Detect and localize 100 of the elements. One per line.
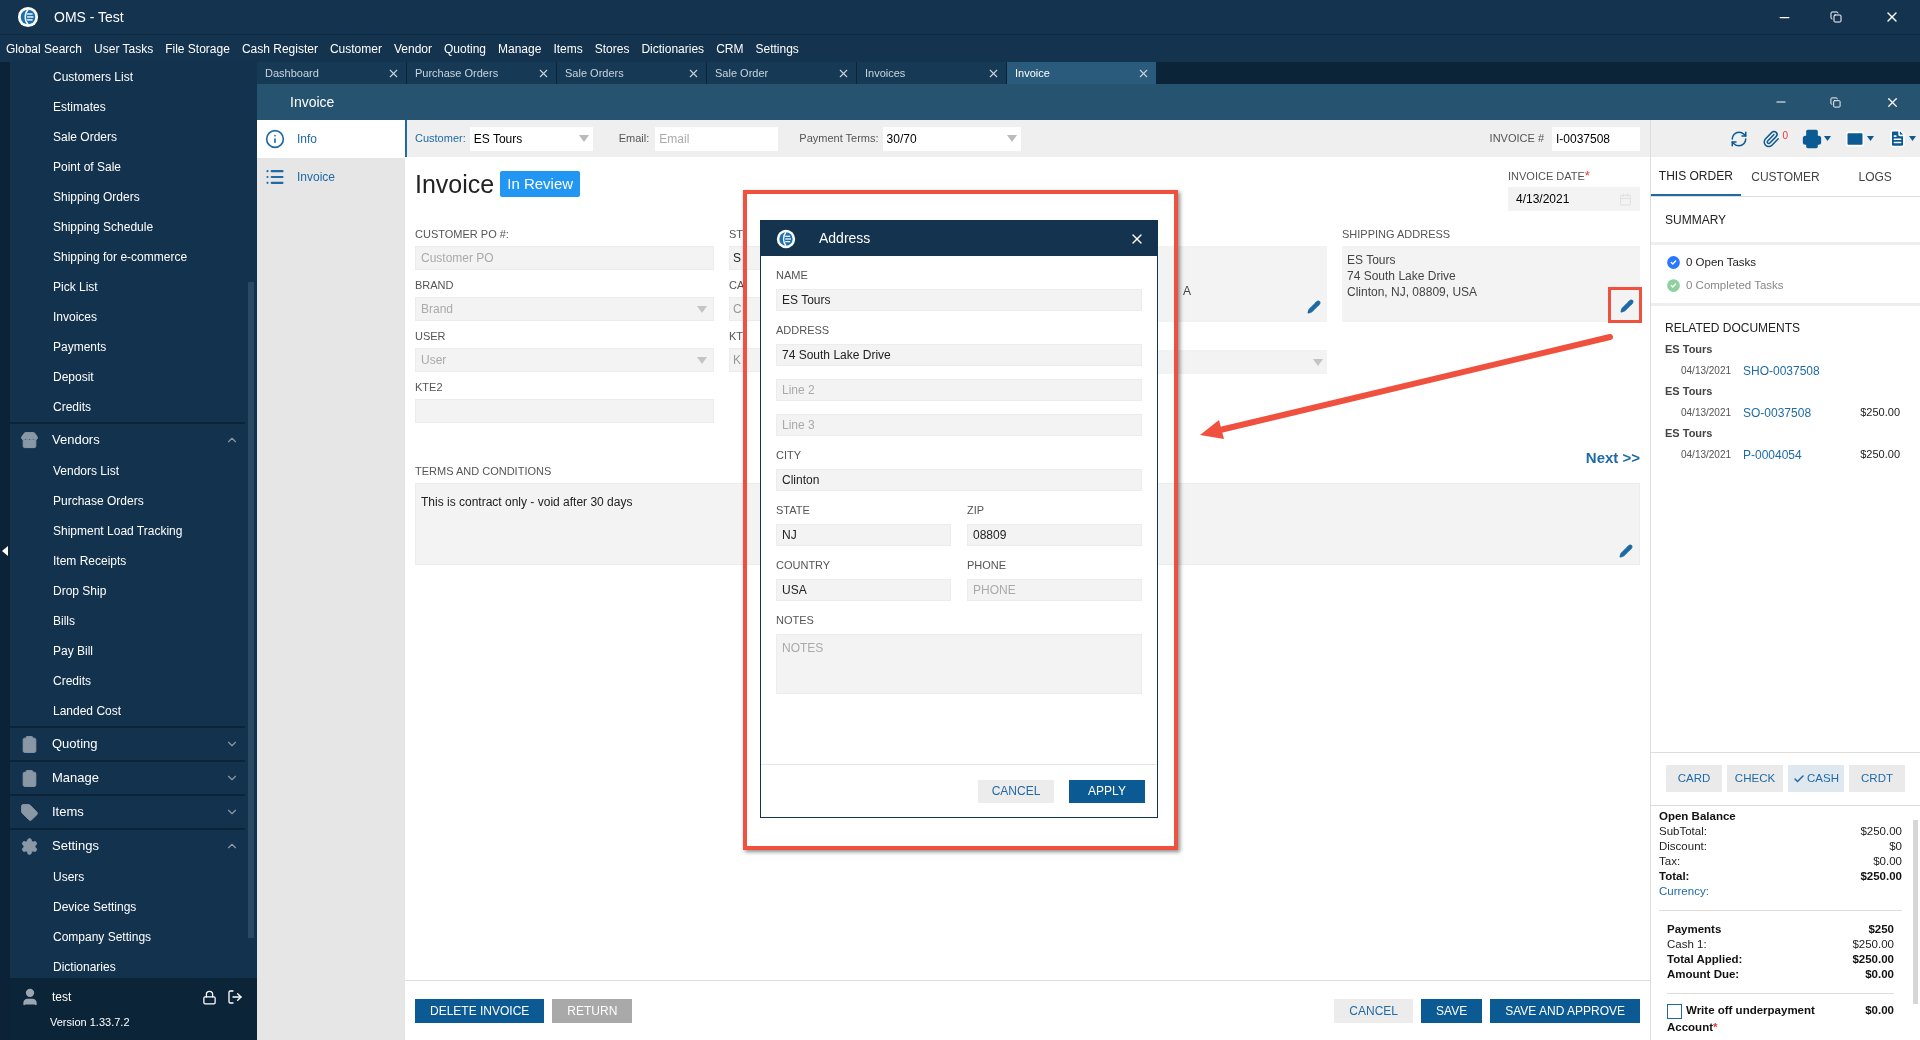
sidebar-item[interactable]: Vendors List — [10, 456, 245, 486]
sidebar-item[interactable]: Shipping for e-commerce — [10, 242, 245, 272]
footer-button[interactable]: SAVE — [1421, 998, 1483, 1023]
sidebar-item[interactable]: Shipping Orders — [10, 182, 245, 212]
menu-item[interactable]: Settings — [755, 39, 799, 58]
sidebar-item[interactable]: Credits — [10, 392, 245, 422]
payment-terms-dropdown[interactable]: 30/70 — [882, 126, 1021, 151]
paperclip-icon[interactable] — [1762, 129, 1781, 148]
sidebar-item[interactable]: Invoices — [10, 302, 245, 332]
email-field[interactable]: Email — [655, 126, 779, 151]
input-field[interactable]: Line 2 — [776, 379, 1142, 401]
edit-icon[interactable] — [1619, 544, 1633, 558]
payment-method-button[interactable]: CHECK — [1727, 765, 1783, 792]
menu-item[interactable]: Cash Register — [241, 39, 318, 58]
input-field[interactable]: Clinton — [776, 469, 1142, 491]
invoice-number-field[interactable]: I-0037508 — [1552, 126, 1640, 151]
sidebar-item[interactable]: Device Settings — [10, 892, 245, 922]
collapse-icon[interactable] — [2, 546, 8, 556]
input-field[interactable]: ES Tours — [776, 289, 1142, 311]
sidebar-section-header[interactable]: Items — [10, 795, 245, 828]
sidebar-section-header[interactable]: Vendors — [10, 423, 245, 456]
input-field[interactable]: 74 South Lake Drive — [776, 344, 1142, 366]
menu-item[interactable]: Quoting — [444, 39, 486, 58]
panel-tab[interactable]: LOGS — [1830, 157, 1920, 196]
document-link[interactable]: P-0004054 — [1743, 445, 1861, 464]
document-icon[interactable] — [1888, 129, 1907, 148]
document-tab[interactable]: Invoices — [857, 62, 1007, 84]
payment-method-button[interactable]: CRDT — [1849, 765, 1905, 792]
menu-item[interactable]: CRM — [716, 39, 744, 58]
footer-button[interactable]: CANCEL — [1334, 998, 1414, 1023]
dialog-button[interactable]: APPLY — [1069, 779, 1145, 803]
input-field[interactable]: PHONE — [967, 579, 1142, 601]
sidebar-item[interactable]: Company Settings — [10, 922, 245, 952]
panel-tab[interactable]: CUSTOMER — [1740, 157, 1831, 196]
sidebar-item[interactable]: Estimates — [10, 92, 245, 122]
document-tab[interactable]: Sale Orders — [557, 62, 707, 84]
menu-item[interactable]: Dictionaries — [641, 39, 705, 58]
next-link[interactable]: Next >> — [1585, 448, 1640, 468]
menu-item[interactable]: Manage — [498, 39, 542, 58]
document-tab[interactable]: Sale Order — [707, 62, 857, 84]
document-tab[interactable]: Purchase Orders — [407, 62, 557, 84]
input-field[interactable]: Line 3 — [776, 414, 1142, 436]
sidebar-section-header[interactable]: Settings — [10, 829, 245, 862]
sidebar-section-header[interactable]: Quoting — [10, 727, 245, 760]
nav-item[interactable]: Info — [257, 120, 405, 158]
sidebar-item[interactable]: Credits — [10, 666, 245, 696]
payment-method-button[interactable]: CARD — [1666, 765, 1722, 792]
menu-item[interactable]: Stores — [594, 39, 630, 58]
sidebar-item[interactable]: Bills — [10, 606, 245, 636]
payment-method-button[interactable]: CASH — [1788, 765, 1844, 792]
sidebar-item[interactable]: Item Receipts — [10, 546, 245, 576]
task-count[interactable]: 0 Open Tasks — [1686, 253, 1757, 272]
sidebar-item[interactable]: Payments — [10, 332, 245, 362]
document-tab[interactable]: Dashboard — [257, 62, 407, 84]
logout-icon[interactable] — [227, 989, 243, 1005]
sidebar-item[interactable]: Sale Orders — [10, 122, 245, 152]
input-field[interactable]: 08809 — [967, 524, 1142, 546]
restore-icon[interactable] — [1830, 96, 1841, 108]
refresh-icon[interactable] — [1730, 129, 1749, 148]
date-picker[interactable]: 4/13/2021 — [1508, 187, 1640, 211]
menu-item[interactable]: Customer — [329, 39, 382, 58]
checkbox[interactable] — [1667, 1003, 1682, 1019]
lock-icon[interactable] — [202, 989, 217, 1005]
sidebar-section-header[interactable]: Manage — [10, 761, 245, 794]
menu-item[interactable]: Vendor — [393, 39, 432, 58]
notes-field[interactable]: NOTES — [776, 634, 1142, 694]
sidebar-item[interactable]: Users — [10, 862, 245, 892]
sidebar-item[interactable]: Shipment Load Tracking — [10, 516, 245, 546]
customer-dropdown[interactable]: ES Tours — [469, 126, 593, 151]
document-tab[interactable]: Invoice — [1007, 62, 1157, 84]
edit-icon[interactable] — [1307, 300, 1321, 314]
menu-item[interactable]: Items — [553, 39, 583, 58]
scrollbar[interactable] — [248, 282, 254, 938]
sidebar-item[interactable]: Customers List — [10, 62, 245, 92]
dialog-button[interactable]: CANCEL — [978, 779, 1054, 803]
sidebar-item[interactable]: Drop Ship — [10, 576, 245, 606]
menu-item[interactable]: User Tasks — [94, 39, 154, 58]
restore-icon[interactable] — [1830, 11, 1842, 23]
sidebar-item[interactable]: Deposit — [10, 362, 245, 392]
sidebar-item[interactable]: Pay Bill — [10, 636, 245, 666]
sidebar-item[interactable]: Pick List — [10, 272, 245, 302]
footer-button[interactable]: SAVE AND APPROVE — [1490, 998, 1640, 1023]
input-field[interactable]: USA — [776, 579, 951, 601]
sidebar-item[interactable]: Landed Cost — [10, 696, 245, 726]
input-field[interactable]: Customer PO — [415, 246, 714, 270]
document-link[interactable]: SHO-0037508 — [1743, 361, 1906, 380]
edit-icon[interactable] — [1620, 299, 1634, 313]
menu-item[interactable]: File Storage — [165, 39, 230, 58]
task-count[interactable]: 0 Completed Tasks — [1686, 276, 1784, 295]
document-link[interactable]: SO-0037508 — [1743, 403, 1861, 422]
sidebar-item[interactable]: Purchase Orders — [10, 486, 245, 516]
printer-icon[interactable] — [1802, 128, 1822, 149]
input-field[interactable]: NJ — [776, 524, 951, 546]
sidebar-item[interactable]: Shipping Schedule — [10, 212, 245, 242]
sidebar-item[interactable]: Dictionaries — [10, 952, 245, 982]
menu-item[interactable]: Global Search — [6, 39, 83, 58]
panel-tab[interactable]: THIS ORDER — [1651, 157, 1741, 196]
footer-button[interactable]: DELETE INVOICE — [415, 998, 545, 1023]
scrollbar[interactable] — [1912, 820, 1918, 1004]
sidebar-item[interactable]: Point of Sale — [10, 152, 245, 182]
